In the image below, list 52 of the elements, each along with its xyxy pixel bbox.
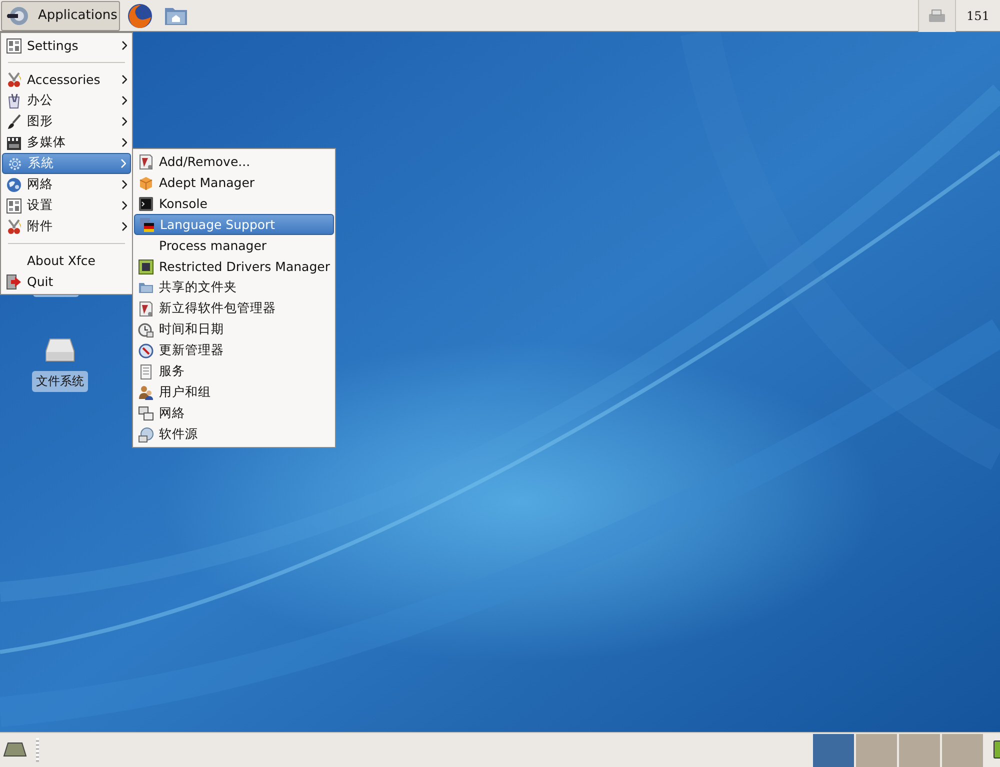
- menu-item[interactable]: Process manager: [134, 235, 334, 256]
- menu-item[interactable]: 设置: [2, 195, 131, 216]
- gear-icon: [7, 156, 23, 172]
- home-folder-icon[interactable]: [164, 6, 188, 26]
- menu-item[interactable]: 网絡: [134, 403, 334, 424]
- trash-icon[interactable]: [991, 738, 1000, 760]
- menu-item[interactable]: 多媒体: [2, 132, 131, 153]
- menu-item[interactable]: Language Support: [134, 214, 334, 235]
- menu-item[interactable]: Konsole: [134, 193, 334, 214]
- menu-item[interactable]: 更新管理器: [134, 340, 334, 361]
- drive-icon[interactable]: [44, 337, 76, 363]
- clock: 151: [966, 8, 990, 22]
- exit-door-icon: [6, 274, 22, 290]
- scissors-icon: [6, 72, 22, 88]
- box-icon: [138, 174, 154, 190]
- document-icon: [138, 364, 154, 380]
- desktop-icon[interactable]: [3, 742, 27, 758]
- menu-item[interactable]: Restricted Drivers Manager: [134, 256, 334, 277]
- menu-item[interactable]: Quit: [2, 271, 131, 292]
- menu-item[interactable]: 时间和日期: [134, 319, 334, 340]
- users-icon: [138, 384, 154, 400]
- cup-icon: [6, 92, 22, 108]
- icon-label[interactable]: 文件系统: [32, 371, 88, 392]
- menu-item[interactable]: 用户和组: [134, 382, 334, 403]
- menu-item[interactable]: 网絡: [2, 174, 131, 195]
- scissors-icon: [6, 218, 22, 234]
- panel-grid-icon: [6, 198, 22, 214]
- menu-item[interactable]: 服务: [134, 361, 334, 382]
- package-icon: [138, 154, 154, 170]
- menu-item[interactable]: 图形: [2, 111, 131, 132]
- menu-item[interactable]: Adept Manager: [134, 172, 334, 193]
- menu-item[interactable]: Add/Remove...: [134, 151, 334, 172]
- menu-item[interactable]: Accessories: [2, 69, 131, 90]
- menu-item[interactable]: 新立得软件包管理器: [134, 298, 334, 319]
- menu-item[interactable]: 共享的文件夹: [134, 277, 334, 298]
- panel-grid-icon: [6, 38, 22, 54]
- brush-icon: [6, 114, 22, 130]
- clapperboard-icon: [6, 134, 22, 150]
- menu-item[interactable]: 软件源: [134, 424, 334, 445]
- menu-item[interactable]: 办公: [2, 90, 131, 111]
- menu-item[interactable]: 附件: [2, 216, 131, 237]
- terminal-icon: [138, 196, 154, 212]
- computers-icon: [138, 406, 154, 422]
- package-icon: [138, 300, 154, 316]
- applications-button[interactable]: Applications: [1, 0, 120, 30]
- chip-icon: [138, 258, 154, 274]
- clock-icon: [138, 322, 154, 338]
- menu-item[interactable]: Settings: [2, 35, 131, 56]
- printer-button[interactable]: [918, 0, 956, 32]
- printer-icon: [928, 8, 946, 22]
- flag-icon: [139, 216, 155, 232]
- menu-item[interactable]: About Xfce: [2, 250, 131, 271]
